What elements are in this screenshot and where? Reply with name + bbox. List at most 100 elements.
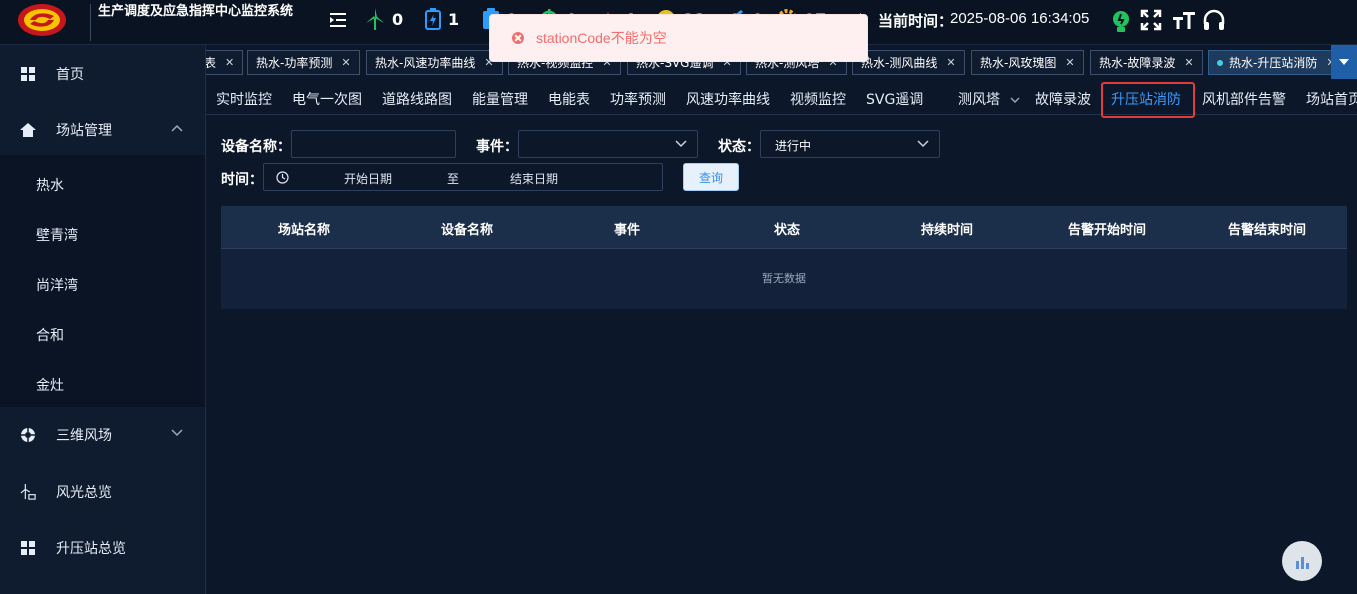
tab-label: 热水-风玫瑰图 (980, 56, 1057, 70)
sidebar-item-home[interactable]: 首页 (0, 46, 205, 102)
tab-active[interactable]: 热水-升压站消防✕ (1208, 50, 1345, 75)
nav-item[interactable]: 风机部件告警 (1202, 89, 1286, 109)
home-icon (20, 122, 36, 138)
sidebar-sub-item[interactable]: 尚洋湾 (36, 275, 78, 295)
lightbulb-icon[interactable] (1110, 9, 1132, 35)
clock-icon (276, 171, 289, 184)
close-icon[interactable]: ✕ (341, 56, 350, 69)
nav-item[interactable]: 电能表 (548, 89, 590, 109)
table-column-header: 告警开始时间 (1067, 223, 1146, 238)
station-nav: 实时监控 电气一次图 道路线路图 能量管理 电能表 功率预测 风速功率曲线 视频… (206, 81, 1357, 118)
tab-label: 热水-风速功率曲线 (375, 56, 476, 70)
close-icon[interactable]: ✕ (1065, 56, 1074, 69)
nav-item[interactable]: 道路线路图 (382, 89, 452, 109)
title-divider (90, 4, 91, 41)
nav-item-dropdown[interactable]: 测风塔 (958, 89, 1020, 109)
device-name-label: 设备名称： (221, 139, 291, 155)
nav-item[interactable]: 视频监控 (790, 89, 846, 109)
bar-chart-icon (1295, 557, 1309, 569)
sidebar-item-label: 升压站总览 (56, 541, 126, 557)
active-dot-icon (1217, 59, 1223, 66)
tab[interactable]: 热水-故障录波 ✕ (1090, 50, 1203, 75)
chevron-down-icon (171, 429, 183, 437)
date-range-picker[interactable]: 开始日期 至 结束日期 (263, 163, 663, 191)
station-submenu: 热水 壁青湾 尚洋湾 合和 金灶 (0, 155, 205, 407)
nav-item[interactable]: 实时监控 (216, 89, 272, 109)
sidebar-sub-item[interactable]: 金灶 (36, 375, 64, 395)
end-date-input[interactable]: 结束日期 (510, 170, 558, 187)
close-icon[interactable]: ✕ (1184, 56, 1193, 69)
tab-label: 热水-故障录波 (1099, 56, 1176, 70)
stat-value: 1 (448, 9, 460, 29)
chevron-down-icon (675, 140, 687, 148)
close-icon[interactable]: ✕ (225, 56, 234, 69)
chevron-down-icon (917, 140, 929, 148)
table-column-header: 场站名称 (277, 223, 330, 238)
tab-label: 热水-功率预测 (256, 56, 333, 70)
device-name-input[interactable] (291, 130, 456, 158)
status-value: 进行中 (775, 139, 812, 153)
status-select[interactable]: 进行中 (760, 130, 940, 158)
stat-battery[interactable]: 1 (424, 8, 459, 30)
table-header: 场站名称 设备名称 事件 状态 持续时间 告警开始时间 告警结束时间 (221, 206, 1347, 249)
nav-item[interactable]: 电气一次图 (292, 89, 362, 109)
current-time-value: 2025-08-06 16:34:05 (950, 10, 1090, 27)
headset-icon[interactable] (1202, 9, 1226, 31)
error-circle-icon (512, 32, 524, 44)
nav-item[interactable]: SVG遥调 (866, 89, 923, 109)
current-time-label: 当前时间： (878, 12, 954, 30)
aperture-icon (20, 427, 36, 443)
close-icon[interactable]: ✕ (946, 56, 955, 69)
nav-item-active[interactable]: 升压站消防 (1111, 89, 1181, 109)
sidebar-sub-item[interactable]: 合和 (36, 325, 64, 345)
nav-item[interactable]: 风速功率曲线 (686, 89, 770, 109)
status-label: 状态： (718, 139, 760, 155)
event-select[interactable] (518, 130, 698, 158)
tab[interactable]: 热水-测风曲线 ✕ (852, 50, 965, 75)
grid-icon (20, 66, 36, 82)
sidebar-item-label: 三维风场 (56, 428, 112, 444)
nav-item[interactable]: 功率预测 (610, 89, 666, 109)
query-button[interactable]: 查询 (683, 163, 739, 191)
font-size-icon[interactable] (1172, 9, 1196, 31)
table-column-header: 状态 (773, 223, 800, 238)
tab[interactable]: 热水-风速功率曲线 ✕ (366, 50, 503, 75)
sidebar-item-label: 首页 (56, 67, 84, 83)
start-date-input[interactable]: 开始日期 (344, 170, 392, 187)
tab[interactable]: 热水-功率预测 ✕ (247, 50, 360, 75)
nav-item[interactable]: 场站首页 (1306, 89, 1357, 109)
sidebar-item-wind-solar-overview[interactable]: 风光总览 (0, 464, 205, 520)
chevron-up-icon (171, 124, 183, 132)
sidebar-item-substation-overview[interactable]: 升压站总览 (0, 520, 205, 576)
time-label: 时间： (221, 172, 263, 188)
stat-wind-turbine[interactable]: 0 (364, 8, 403, 30)
wind-turbine-icon (366, 8, 384, 30)
sidebar-sub-item[interactable]: 热水 (36, 175, 64, 195)
chevron-down-icon (1010, 97, 1020, 103)
range-separator: 至 (447, 172, 460, 186)
stat-value: 0 (392, 9, 404, 29)
grid-icon (20, 540, 36, 556)
error-toast: stationCode不能为空 (489, 14, 868, 62)
tab[interactable]: 表 ✕ (206, 50, 244, 75)
table-column-header: 告警结束时间 (1227, 223, 1306, 238)
tab-label: 热水-测风曲线 (861, 56, 938, 70)
alarm-table: 场站名称 设备名称 事件 状态 持续时间 告警开始时间 告警结束时间 暂无数据 (221, 206, 1347, 309)
app-title: 生产调度及应急指挥中心监控系统 (98, 4, 294, 19)
caret-down-icon (1339, 59, 1349, 65)
nav-item[interactable]: 故障录波 (1035, 89, 1091, 109)
toast-message: stationCode不能为空 (536, 30, 667, 46)
tab-label: 热水-升压站消防 (1229, 56, 1318, 70)
menu-collapse-icon[interactable] (328, 11, 348, 29)
sidebar-sub-item[interactable]: 壁青湾 (36, 225, 78, 245)
sidebar-item-3d-wind-farm[interactable]: 三维风场 (0, 407, 205, 463)
tab-dropdown-button[interactable] (1331, 45, 1357, 79)
nav-item[interactable]: 能量管理 (472, 89, 528, 109)
chart-float-button[interactable] (1282, 541, 1322, 581)
company-logo (16, 2, 68, 38)
event-label: 事件： (476, 139, 518, 155)
fullscreen-icon[interactable] (1140, 9, 1162, 31)
sidebar-item-station-management[interactable]: 场站管理 (0, 102, 205, 158)
sidebar-item-label: 场站管理 (56, 123, 112, 139)
tab[interactable]: 热水-风玫瑰图 ✕ (971, 50, 1084, 75)
